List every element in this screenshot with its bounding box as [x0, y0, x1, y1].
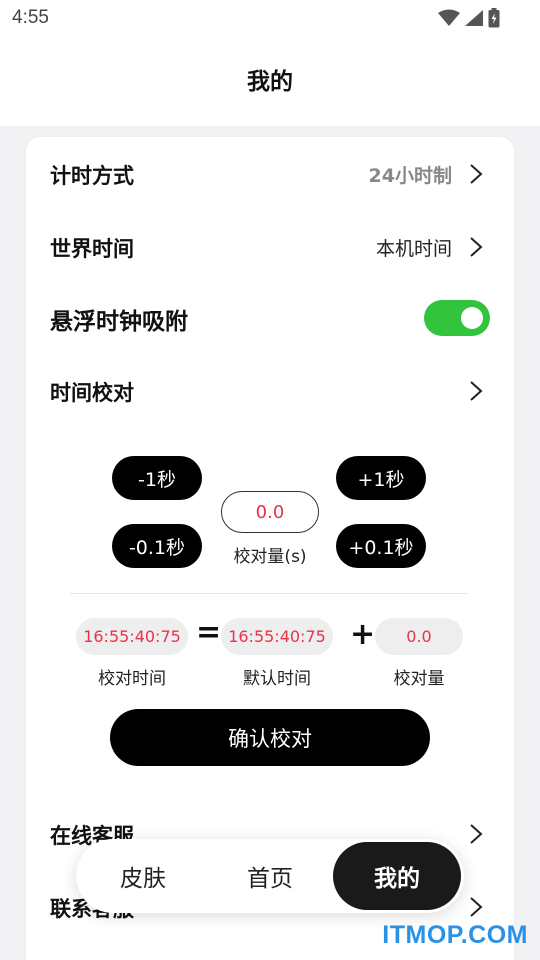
status-icons: [438, 8, 500, 28]
divider: [70, 593, 468, 594]
offset-label: 校对量(s): [233, 547, 307, 567]
timing-mode-row[interactable]: 计时方式 24小时制: [26, 137, 514, 209]
calibration-amount-caption: 校对量: [393, 669, 445, 689]
tab-home[interactable]: 首页: [213, 839, 327, 913]
status-bar: 4:55: [0, 0, 540, 36]
calibrated-time-caption: 校对时间: [98, 669, 166, 689]
minus-0-1s-button[interactable]: -0.1秒: [112, 524, 202, 568]
calibrated-time-value: 16:55:40:75: [76, 618, 188, 655]
default-time-value: 16:55:40:75: [221, 618, 333, 655]
minus-1s-button[interactable]: -1秒: [112, 456, 202, 500]
watermark-text: ITMOP.COM: [382, 921, 528, 949]
default-time-caption: 默认时间: [243, 669, 311, 689]
timing-mode-label: 计时方式: [50, 164, 134, 188]
plus-0-1s-button[interactable]: +0.1秒: [336, 524, 426, 568]
calibration-amount-value: 0.0: [375, 618, 463, 655]
tab-mine[interactable]: 我的: [333, 842, 461, 910]
floating-clock-toggle[interactable]: [424, 300, 490, 336]
floating-clock-label: 悬浮时钟吸附: [50, 309, 188, 335]
battery-charging-icon: [488, 8, 500, 28]
status-time: 4:55: [12, 7, 49, 28]
equals-sign: =: [196, 615, 222, 650]
time-calibration-row[interactable]: 时间校对: [26, 354, 514, 426]
page-title: 我的: [247, 69, 293, 95]
plus-sign: +: [350, 617, 376, 652]
world-time-value: 本机时间: [375, 238, 452, 260]
timing-mode-value: 24小时制: [368, 165, 452, 187]
chevron-right-icon: [470, 824, 483, 844]
world-time-row[interactable]: 世界时间 本机时间: [26, 210, 514, 282]
plus-1s-button[interactable]: +1秒: [336, 456, 426, 500]
cell-signal-icon: [465, 10, 483, 26]
chevron-right-icon: [470, 381, 483, 401]
tab-skin[interactable]: 皮肤: [86, 839, 200, 913]
world-time-label: 世界时间: [50, 237, 134, 261]
time-calibration-label: 时间校对: [50, 381, 134, 405]
toggle-knob: [461, 307, 483, 329]
confirm-calibration-button[interactable]: 确认校对: [110, 709, 430, 766]
bottom-tab-bar: 皮肤 首页 我的: [76, 839, 464, 913]
chevron-right-icon: [470, 164, 483, 184]
wifi-icon: [438, 9, 460, 26]
page-header: 我的: [0, 36, 540, 126]
chevron-right-icon: [470, 237, 483, 257]
chevron-right-icon: [470, 897, 483, 917]
offset-value-display: 0.0: [221, 491, 319, 533]
settings-card: 计时方式 24小时制 世界时间 本机时间 悬浮时钟吸附 时间校对 -1秒 -0.…: [26, 137, 514, 960]
